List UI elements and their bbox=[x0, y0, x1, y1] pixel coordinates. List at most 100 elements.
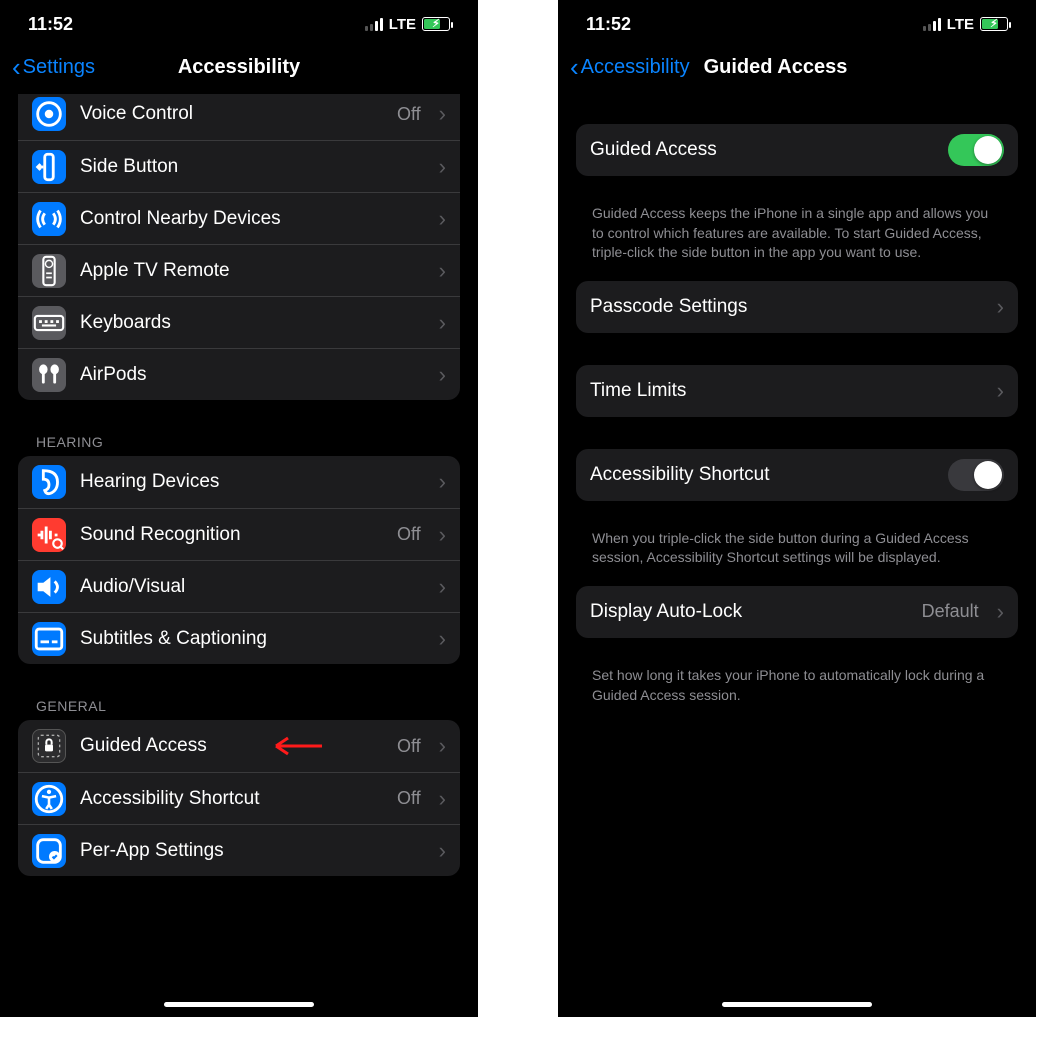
row-side-button[interactable]: Side Button › bbox=[18, 140, 460, 192]
auto-lock-description: Set how long it takes your iPhone to aut… bbox=[576, 658, 1018, 723]
keyboards-icon bbox=[32, 306, 66, 340]
row-voice-control[interactable]: Voice ControlOff› bbox=[18, 94, 460, 140]
chevron-right-icon: › bbox=[439, 735, 446, 757]
status-indicators: LTE ⚡︎ bbox=[365, 16, 450, 33]
row-accessibility-shortcut[interactable]: Accessibility Shortcut bbox=[576, 449, 1018, 501]
section-header-general: GENERAL bbox=[18, 684, 460, 720]
back-label: Accessibility bbox=[581, 56, 690, 79]
row-label: Audio/Visual bbox=[80, 576, 425, 598]
chevron-right-icon: › bbox=[997, 296, 1004, 318]
chevron-right-icon: › bbox=[439, 471, 446, 493]
group-hearing: Hearing Devices›Sound RecognitionOff›Aud… bbox=[18, 456, 460, 664]
row-time-limits[interactable]: Time Limits › bbox=[576, 365, 1018, 417]
row-audio-visual[interactable]: Audio/Visual › bbox=[18, 560, 460, 612]
status-indicators: LTE ⚡︎ bbox=[923, 16, 1008, 33]
row-control-nearby-devices[interactable]: Control Nearby Devices › bbox=[18, 192, 460, 244]
row-label: Subtitles & Captioning bbox=[80, 628, 425, 650]
network-label: LTE bbox=[947, 16, 974, 33]
row-value: Off bbox=[397, 104, 421, 125]
row-label: Guided Access bbox=[590, 139, 934, 161]
row-keyboards[interactable]: Keyboards › bbox=[18, 296, 460, 348]
back-button[interactable]: ‹ Settings bbox=[12, 54, 95, 80]
accessibility-shortcut-description: When you triple-click the side button du… bbox=[576, 521, 1018, 586]
row-label: Time Limits bbox=[590, 380, 983, 402]
row-label: Display Auto-Lock bbox=[590, 601, 908, 623]
row-value: Default bbox=[922, 601, 979, 622]
back-label: Settings bbox=[23, 56, 95, 79]
chevron-right-icon: › bbox=[439, 524, 446, 546]
row-label: Voice Control bbox=[80, 103, 383, 125]
subtitles-icon bbox=[32, 622, 66, 656]
page-title: Accessibility bbox=[178, 56, 300, 79]
row-label: Control Nearby Devices bbox=[80, 208, 425, 230]
network-label: LTE bbox=[389, 16, 416, 33]
status-time: 11:52 bbox=[28, 14, 73, 35]
chevron-right-icon: › bbox=[439, 840, 446, 862]
chevron-right-icon: › bbox=[439, 628, 446, 650]
chevron-right-icon: › bbox=[439, 312, 446, 334]
group-general: Guided AccessOff›Accessibility ShortcutO… bbox=[18, 720, 460, 876]
side-button-icon bbox=[32, 150, 66, 184]
row-value: Off bbox=[397, 788, 421, 809]
row-label: Guided Access bbox=[80, 735, 383, 757]
nav-bar: ‹ Settings Accessibility bbox=[0, 48, 478, 94]
row-label: Passcode Settings bbox=[590, 296, 983, 318]
group-time-limits: Time Limits › bbox=[576, 365, 1018, 417]
battery-icon: ⚡︎ bbox=[980, 17, 1008, 31]
group-guided-access-toggle: Guided Access bbox=[576, 124, 1018, 176]
appletv-remote-icon bbox=[32, 254, 66, 288]
guided-access-screen: 11:52 LTE ⚡︎ ‹ Accessibility Guided Acce… bbox=[558, 0, 1036, 1017]
ear-icon bbox=[32, 465, 66, 499]
accessibility-shortcut-toggle[interactable] bbox=[948, 459, 1004, 491]
row-label: Side Button bbox=[80, 156, 425, 178]
cellular-signal-icon bbox=[923, 18, 941, 31]
row-label: Accessibility Shortcut bbox=[590, 464, 934, 486]
group-physical-motor: Voice ControlOff›Side Button›Control Nea… bbox=[18, 94, 460, 400]
status-bar: 11:52 LTE ⚡︎ bbox=[558, 0, 1036, 48]
home-indicator[interactable] bbox=[722, 1002, 872, 1007]
home-indicator[interactable] bbox=[164, 1002, 314, 1007]
chevron-left-icon: ‹ bbox=[570, 54, 579, 80]
row-label: Per-App Settings bbox=[80, 840, 425, 862]
row-subtitles-captioning[interactable]: Subtitles & Captioning › bbox=[18, 612, 460, 664]
row-accessibility-shortcut[interactable]: Accessibility ShortcutOff› bbox=[18, 772, 460, 824]
back-button[interactable]: ‹ Accessibility bbox=[570, 54, 690, 80]
row-airpods[interactable]: AirPods › bbox=[18, 348, 460, 400]
audio-visual-icon bbox=[32, 570, 66, 604]
row-per-app-settings[interactable]: Per-App Settings › bbox=[18, 824, 460, 876]
row-sound-recognition[interactable]: Sound RecognitionOff› bbox=[18, 508, 460, 560]
battery-icon: ⚡︎ bbox=[422, 17, 450, 31]
settings-content: Voice ControlOff›Side Button›Control Nea… bbox=[0, 94, 478, 990]
section-header-hearing: HEARING bbox=[18, 420, 460, 456]
nearby-devices-icon bbox=[32, 202, 66, 236]
chevron-right-icon: › bbox=[997, 380, 1004, 402]
row-label: Keyboards bbox=[80, 312, 425, 334]
row-guided-access[interactable]: Guided Access bbox=[576, 124, 1018, 176]
chevron-right-icon: › bbox=[439, 208, 446, 230]
chevron-right-icon: › bbox=[439, 576, 446, 598]
chevron-right-icon: › bbox=[439, 788, 446, 810]
chevron-right-icon: › bbox=[997, 601, 1004, 623]
cellular-signal-icon bbox=[365, 18, 383, 31]
chevron-right-icon: › bbox=[439, 364, 446, 386]
row-display-auto-lock[interactable]: Display Auto-Lock Default › bbox=[576, 586, 1018, 638]
guided-access-toggle[interactable] bbox=[948, 134, 1004, 166]
group-accessibility-shortcut: Accessibility Shortcut bbox=[576, 449, 1018, 501]
group-auto-lock: Display Auto-Lock Default › bbox=[576, 586, 1018, 638]
row-label: Hearing Devices bbox=[80, 471, 425, 493]
accessibility-settings-screen: 11:52 LTE ⚡︎ ‹ Settings Accessibility Vo… bbox=[0, 0, 478, 1017]
chevron-right-icon: › bbox=[439, 156, 446, 178]
chevron-left-icon: ‹ bbox=[12, 54, 21, 80]
row-label: Apple TV Remote bbox=[80, 260, 425, 282]
guided-access-icon bbox=[32, 729, 66, 763]
accessibility-icon bbox=[32, 782, 66, 816]
row-hearing-devices[interactable]: Hearing Devices › bbox=[18, 456, 460, 508]
row-guided-access[interactable]: Guided AccessOff› bbox=[18, 720, 460, 772]
row-passcode-settings[interactable]: Passcode Settings › bbox=[576, 281, 1018, 333]
row-apple-tv-remote[interactable]: Apple TV Remote› bbox=[18, 244, 460, 296]
per-app-icon bbox=[32, 834, 66, 868]
nav-bar: ‹ Accessibility Guided Access bbox=[558, 48, 1036, 94]
airpods-icon bbox=[32, 358, 66, 392]
row-label: AirPods bbox=[80, 364, 425, 386]
sound-recognition-icon bbox=[32, 518, 66, 552]
